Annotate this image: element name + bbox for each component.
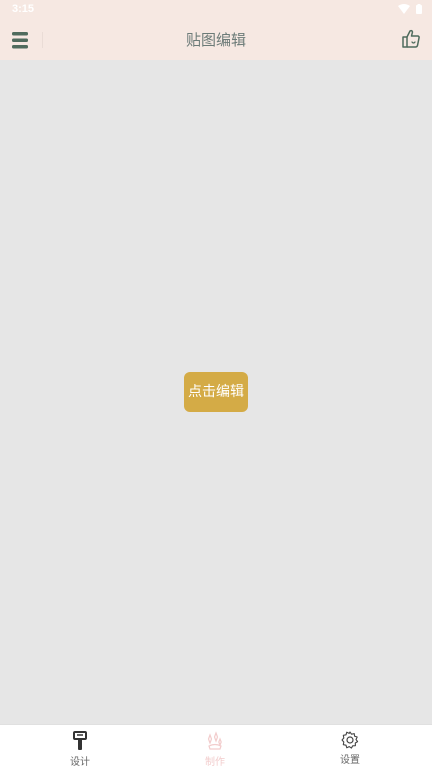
paint-brush-icon [73,731,87,750]
status-time: 3:15 [12,3,35,15]
nav-label-design: 设计 [70,757,90,768]
edit-button[interactable]: 点击编辑 [184,372,248,412]
magic-icon [207,731,222,750]
status-icons [398,4,422,14]
nav-item-settings[interactable]: 设置 [278,725,422,770]
battery-icon [416,4,422,14]
canvas-area[interactable]: 点击编辑 [0,60,432,724]
thumbs-up-icon [402,29,420,48]
like-button[interactable] [400,28,422,50]
nav-item-design[interactable]: 设计 [8,725,152,770]
page-title: 贴图编辑 [185,31,246,49]
wifi-icon [398,4,410,14]
nav-item-make[interactable]: 制作 [143,725,287,770]
gear-icon [341,731,359,749]
status-bar: 3:15 [0,0,432,20]
nav-label-make: 制作 [205,757,225,768]
nav-label-settings: 设置 [340,755,360,766]
bottom-nav: 设计 制作 设置 [0,724,432,770]
top-toolbar: 贴图编辑 [0,20,432,60]
